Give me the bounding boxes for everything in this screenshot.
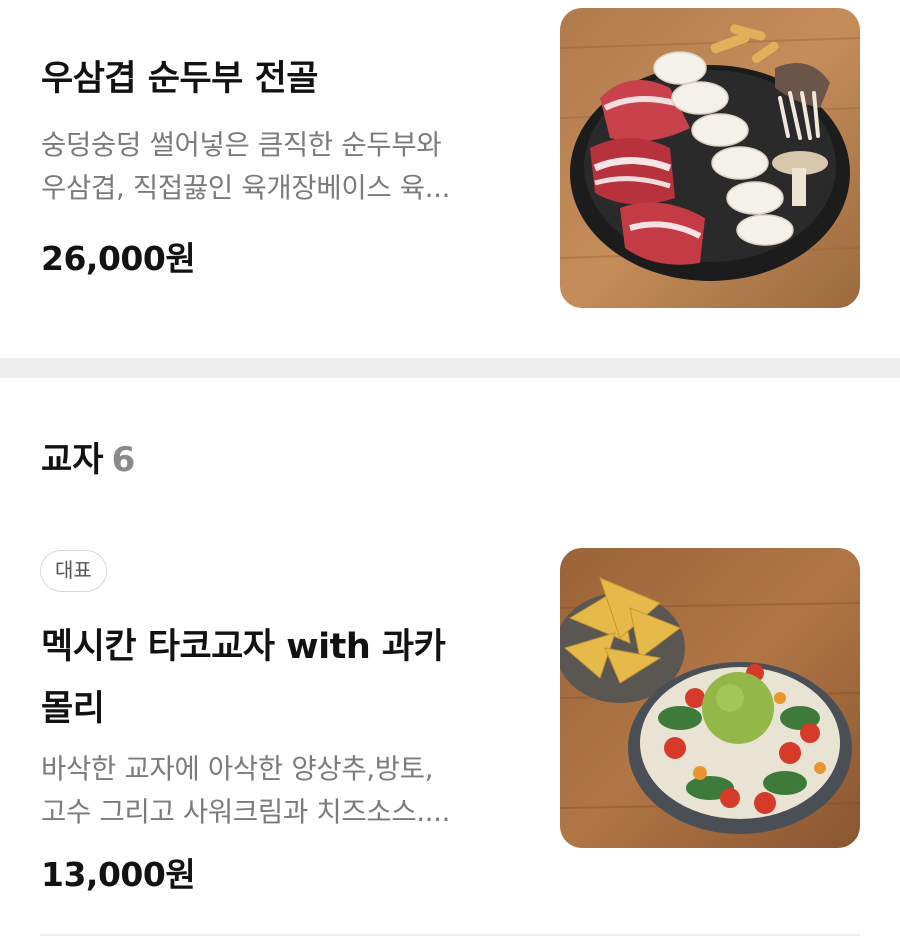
menu-item-title: 우삼겹 순두부 전골: [41, 59, 318, 99]
description-line: 고수 그리고 사워크림과 치즈소스....: [41, 796, 451, 828]
list-bottom-divider: [40, 934, 860, 936]
description-line: 우삼겹, 직접끓인 육개장베이스 육...: [41, 172, 451, 204]
description-line: 숭덩숭덩 썰어넣은 큼직한 순두부와: [41, 129, 442, 161]
hotpot-photo-icon[interactable]: [560, 8, 860, 308]
nacho-salad-photo-icon[interactable]: [560, 548, 860, 848]
section-title: 교자: [41, 440, 104, 480]
title-line: 몰리: [41, 689, 105, 729]
description-line: 바삭한 교자에 아삭한 양상추,방토,: [41, 753, 434, 785]
menu-item-description: 숭덩숭덩 썰어넣은 큼직한 순두부와 우삼겹, 직접끓인 육개장베이스 육...: [41, 124, 511, 210]
menu-item-taco-gyoza[interactable]: 대표 멕시칸 타코교자 with 과카 몰리 바삭한 교자에 아삭한 양상추,방…: [0, 520, 900, 920]
menu-item-price: 13,000원: [41, 855, 196, 894]
title-line: 멕시칸 타코교자 with 과카: [41, 627, 446, 667]
menu-item-hotpot[interactable]: 우삼겹 순두부 전골 숭덩숭덩 썰어넣은 큼직한 순두부와 우삼겹, 직접끓인 …: [0, 0, 900, 360]
section-header: 교자 6: [41, 432, 135, 481]
menu-item-description: 바삭한 교자에 아삭한 양상추,방토, 고수 그리고 사워크림과 치즈소스...…: [41, 748, 511, 834]
menu-item-price: 26,000원: [41, 239, 196, 278]
signature-badge: 대표: [40, 550, 107, 592]
menu-item-title: 멕시칸 타코교자 with 과카 몰리: [41, 616, 521, 740]
section-count: 6: [111, 440, 136, 480]
section-divider: [0, 358, 900, 378]
